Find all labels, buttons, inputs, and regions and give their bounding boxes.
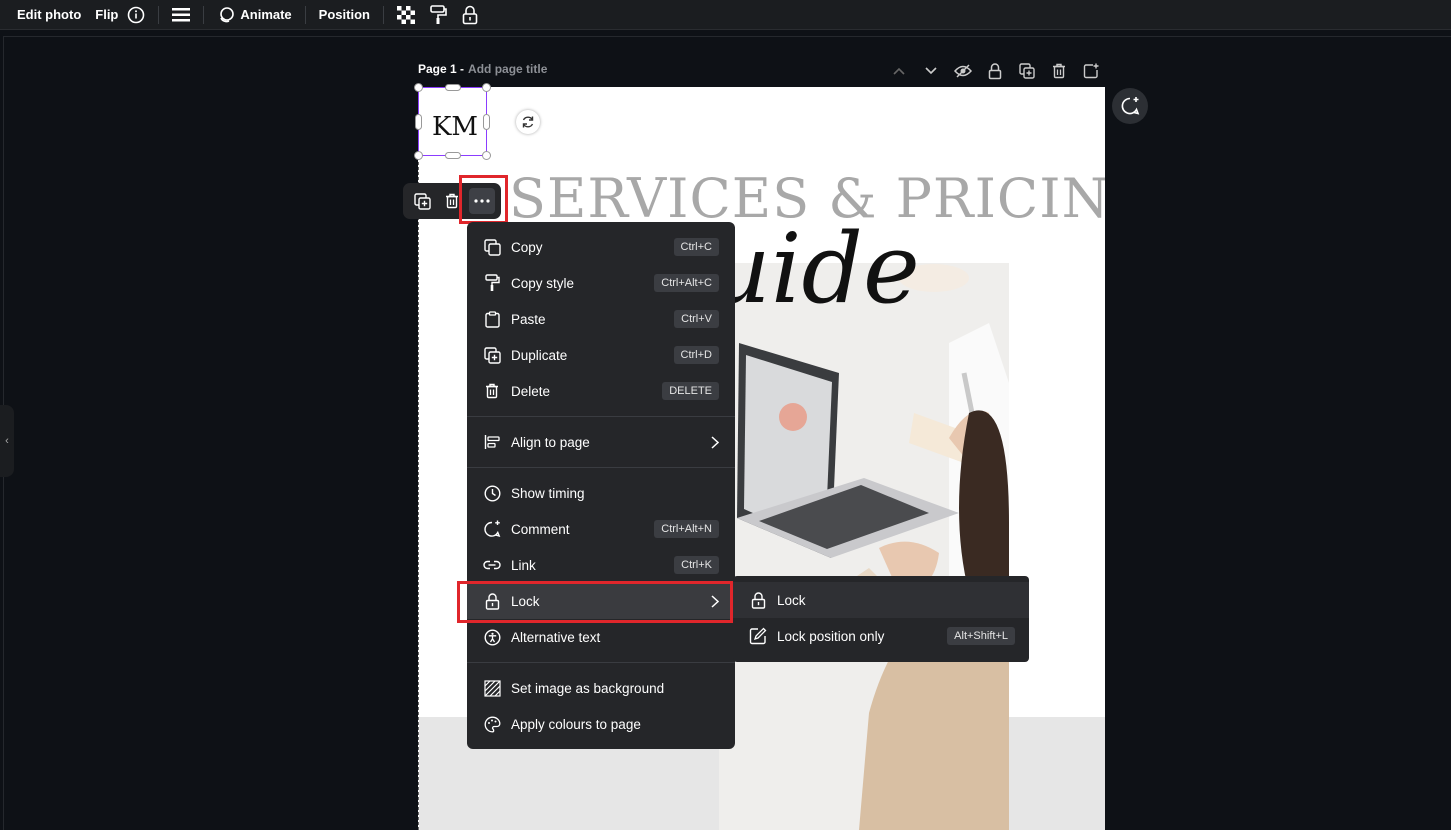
shortcut-badge: Ctrl+D xyxy=(673,346,719,364)
page-header: Page 1 - Add page title xyxy=(418,62,547,76)
add-page-icon[interactable] xyxy=(1080,60,1102,82)
duplicate-icon xyxy=(482,345,502,365)
menu-item-duplicate[interactable]: Duplicate Ctrl+D xyxy=(467,337,735,373)
page-title-input[interactable]: Add page title xyxy=(468,62,547,76)
guide-script-text[interactable]: uide xyxy=(709,213,920,325)
more-options-icon[interactable] xyxy=(469,188,495,214)
shortcut-badge: Ctrl+K xyxy=(674,556,719,574)
trash-icon[interactable] xyxy=(439,188,465,214)
submenu-item-label: Lock xyxy=(777,592,806,608)
toolbar-divider xyxy=(304,5,306,24)
comment-icon xyxy=(482,519,502,539)
menu-item-label: Align to page xyxy=(511,434,590,450)
menu-item-alternative-text[interactable]: Alternative text xyxy=(467,619,735,655)
chevron-right-icon xyxy=(711,594,719,608)
info-icon[interactable] xyxy=(125,0,147,30)
menu-item-label: Lock xyxy=(511,593,540,609)
context-menu: Copy Ctrl+C Copy style Ctrl+Alt+C Paste … xyxy=(467,222,735,749)
menu-item-apply-colours-to-page[interactable]: Apply colours to page xyxy=(467,706,735,742)
align-icon xyxy=(482,432,502,452)
hide-page-icon[interactable] xyxy=(952,60,974,82)
toolbar-divider xyxy=(158,5,160,24)
lock-icon[interactable] xyxy=(459,0,481,30)
duplicate-page-icon[interactable] xyxy=(1016,60,1038,82)
element-mini-toolbar xyxy=(403,183,501,219)
lock-icon xyxy=(748,590,768,610)
chevron-left-icon: ‹ xyxy=(5,435,9,447)
chevron-up-icon[interactable] xyxy=(888,60,910,82)
shortcut-badge: Ctrl+C xyxy=(673,238,719,256)
clock-icon xyxy=(482,483,502,503)
menu-item-show-timing[interactable]: Show timing xyxy=(467,475,735,511)
copy-icon xyxy=(482,237,502,257)
collapse-panel-tab[interactable]: ‹ xyxy=(0,405,14,477)
chevron-right-icon xyxy=(711,435,719,449)
flip-button[interactable]: Flip xyxy=(88,0,125,30)
lock-page-icon[interactable] xyxy=(984,60,1006,82)
menu-item-label: Copy xyxy=(511,239,543,255)
laptop-photo[interactable] xyxy=(719,263,1009,830)
duplicate-icon[interactable] xyxy=(409,188,435,214)
menu-item-label: Apply colours to page xyxy=(511,716,641,732)
background-icon xyxy=(482,678,502,698)
menu-item-label: Link xyxy=(511,557,536,573)
menu-item-delete[interactable]: Delete DELETE xyxy=(467,373,735,409)
lock-icon xyxy=(482,591,502,611)
animate-icon xyxy=(217,6,235,24)
shortcut-badge: DELETE xyxy=(662,382,719,400)
shortcut-badge: Alt+Shift+L xyxy=(947,627,1015,645)
rotate-icon[interactable] xyxy=(516,110,540,134)
menu-item-label: Duplicate xyxy=(511,347,568,363)
position-button[interactable]: Position xyxy=(312,0,377,30)
delete-page-icon[interactable] xyxy=(1048,60,1070,82)
add-comment-button[interactable] xyxy=(1112,88,1148,124)
menu-item-lock[interactable]: Lock xyxy=(467,583,735,619)
paint-roller-icon xyxy=(482,273,502,293)
toolbar-divider xyxy=(382,5,384,24)
lock-submenu: Lock Lock position only Alt+Shift+L xyxy=(733,576,1029,662)
accessibility-icon xyxy=(482,627,502,647)
chevron-down-icon[interactable] xyxy=(920,60,942,82)
edit-photo-button[interactable]: Edit photo xyxy=(10,0,88,30)
menu-item-copy-style[interactable]: Copy style Ctrl+Alt+C xyxy=(467,265,735,301)
menu-item-label: Alternative text xyxy=(511,629,601,645)
palette-icon xyxy=(482,714,502,734)
animate-button[interactable]: Animate xyxy=(210,0,298,30)
menu-item-set-image-as-background[interactable]: Set image as background xyxy=(467,670,735,706)
menu-divider xyxy=(467,662,735,663)
shortcut-badge: Ctrl+Alt+N xyxy=(654,520,719,538)
link-icon xyxy=(482,555,502,575)
top-toolbar: Edit photo Flip Animate Position xyxy=(0,0,1451,30)
menu-item-label: Paste xyxy=(511,311,546,327)
submenu-item-lock-position-only[interactable]: Lock position only Alt+Shift+L xyxy=(733,618,1029,654)
menu-item-link[interactable]: Link Ctrl+K xyxy=(467,547,735,583)
menu-item-label: Set image as background xyxy=(511,680,665,696)
shortcut-badge: Ctrl+V xyxy=(674,310,719,328)
menu-divider xyxy=(467,467,735,468)
km-logo[interactable]: KM xyxy=(423,95,487,159)
animate-label: Animate xyxy=(240,7,292,22)
comment-plus-icon xyxy=(1120,96,1140,116)
paint-roller-icon[interactable] xyxy=(427,0,449,30)
menu-item-copy[interactable]: Copy Ctrl+C xyxy=(467,229,735,265)
lock-position-icon xyxy=(748,626,768,646)
trash-icon xyxy=(482,381,502,401)
menu-lines-icon[interactable] xyxy=(170,0,192,30)
page-name: Page 1 - xyxy=(418,62,465,76)
submenu-item-label: Lock position only xyxy=(777,628,885,644)
menu-item-label: Delete xyxy=(511,383,551,399)
menu-item-label: Copy style xyxy=(511,275,575,291)
transparency-icon[interactable] xyxy=(395,0,417,30)
menu-item-paste[interactable]: Paste Ctrl+V xyxy=(467,301,735,337)
menu-item-label: Comment xyxy=(511,521,570,537)
menu-divider xyxy=(467,416,735,417)
menu-item-comment[interactable]: Comment Ctrl+Alt+N xyxy=(467,511,735,547)
menu-item-align-to-page[interactable]: Align to page xyxy=(467,424,735,460)
menu-item-label: Show timing xyxy=(511,485,585,501)
shortcut-badge: Ctrl+Alt+C xyxy=(654,274,719,292)
submenu-item-lock[interactable]: Lock xyxy=(733,582,1029,618)
page-actions xyxy=(888,60,1102,82)
clipboard-icon xyxy=(482,309,502,329)
toolbar-divider xyxy=(203,5,205,24)
